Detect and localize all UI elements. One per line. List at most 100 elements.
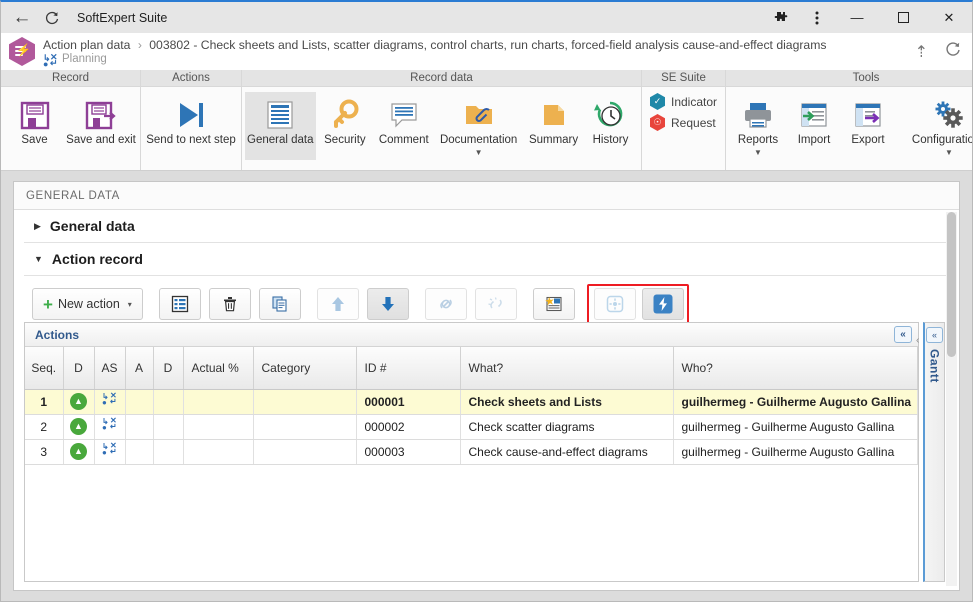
col-actual-percent[interactable]: Actual % bbox=[183, 347, 254, 390]
move-crosshair-icon bbox=[606, 295, 624, 313]
quick-action-button[interactable] bbox=[641, 288, 684, 320]
gears-icon bbox=[932, 96, 966, 134]
workflow-status-icon: ↳ ✕ ● ↵ bbox=[43, 52, 58, 69]
cell-seq: 3 bbox=[25, 439, 64, 465]
refresh-icon[interactable] bbox=[944, 40, 962, 63]
extensions-icon[interactable] bbox=[760, 2, 800, 33]
cell-category bbox=[253, 439, 357, 465]
section-general-data-label: General data bbox=[49, 218, 135, 234]
breadcrumb-current: 003802 - Check sheets and Lists, scatter… bbox=[149, 38, 827, 52]
panel-scrollbar[interactable] bbox=[946, 212, 957, 586]
chevron-down-icon: ▾ bbox=[127, 299, 132, 309]
col-as[interactable]: AS bbox=[94, 347, 126, 390]
import-button[interactable]: Import bbox=[787, 92, 841, 160]
panel-header: GENERAL DATA bbox=[14, 182, 959, 210]
request-button[interactable]: ☉ Request bbox=[650, 114, 716, 131]
grid-collapse-button[interactable]: « bbox=[894, 326, 912, 343]
save-and-exit-button[interactable]: Save and exit bbox=[65, 92, 137, 160]
general-data-button[interactable]: General data bbox=[245, 92, 316, 160]
reports-button[interactable]: Reports ▼ bbox=[729, 92, 787, 160]
col-who[interactable]: Who? bbox=[673, 347, 918, 390]
key-icon bbox=[329, 96, 361, 134]
col-category[interactable]: Category bbox=[253, 347, 357, 390]
summary-button[interactable]: Summary bbox=[524, 92, 583, 160]
col-d1[interactable]: D bbox=[63, 347, 95, 390]
chevron-down-icon[interactable]: ▼ bbox=[945, 148, 953, 157]
configurations-label: Configurations bbox=[911, 134, 972, 146]
details-button[interactable] bbox=[158, 288, 201, 320]
cell-status: ▲ bbox=[63, 414, 95, 440]
reload-icon[interactable] bbox=[37, 2, 67, 33]
unlink-button[interactable] bbox=[474, 288, 517, 320]
export-icon bbox=[852, 96, 884, 134]
app-logo-icon: ⚡ bbox=[9, 37, 35, 66]
cell-status: ▲ bbox=[63, 389, 95, 415]
section-general-data[interactable]: ▶ General data bbox=[24, 210, 949, 243]
refresh-glyph bbox=[946, 42, 960, 56]
gantt-collapse-button[interactable]: « bbox=[926, 327, 943, 343]
comment-button[interactable]: Comment bbox=[374, 92, 433, 160]
chevron-down-icon[interactable]: ▼ bbox=[754, 148, 762, 157]
indicator-label: Indicator bbox=[671, 94, 718, 109]
table-row[interactable]: 3 ▲ ↳ ✕ ● ↵ 000003 Check cause-and-effec… bbox=[25, 439, 918, 465]
cell-id: 000001 bbox=[356, 389, 461, 415]
unlink-icon bbox=[488, 297, 502, 309]
col-id[interactable]: ID # bbox=[356, 347, 461, 390]
documentation-button[interactable]: Documentation ▼ bbox=[433, 92, 524, 160]
reorder-button[interactable] bbox=[593, 288, 636, 320]
cell-d2 bbox=[153, 389, 184, 415]
import-actions-button[interactable] bbox=[532, 288, 575, 320]
comment-icon bbox=[388, 96, 420, 134]
printer-icon bbox=[742, 96, 774, 134]
list-details-icon bbox=[171, 295, 188, 313]
ribbon-group-record-data: Record data General data Security Commen… bbox=[242, 70, 642, 170]
minimize-button[interactable]: — bbox=[834, 2, 880, 33]
gantt-expand-arrow-icon[interactable]: ‹ bbox=[916, 335, 919, 346]
kebab-glyph bbox=[815, 11, 819, 24]
new-action-button[interactable]: + New action ▾ bbox=[32, 288, 143, 320]
close-button[interactable]: ✕ bbox=[926, 2, 972, 33]
link-button[interactable] bbox=[424, 288, 467, 320]
cell-id: 000002 bbox=[356, 414, 461, 440]
move-up-button[interactable] bbox=[316, 288, 359, 320]
general-data-panel: GENERAL DATA ▶ General data ▼ Action rec… bbox=[13, 181, 960, 591]
send-to-next-step-button[interactable]: Send to next step bbox=[144, 92, 238, 160]
back-arrow-icon[interactable]: ← bbox=[7, 2, 37, 33]
chevron-double-up-icon[interactable]: ⇡ bbox=[915, 42, 928, 62]
history-button[interactable]: History bbox=[583, 92, 638, 160]
cell-what: Check sheets and Lists bbox=[460, 389, 674, 415]
export-button[interactable]: Export bbox=[841, 92, 895, 160]
col-d2[interactable]: D bbox=[153, 347, 184, 390]
section-action-record[interactable]: ▼ Action record bbox=[24, 243, 949, 276]
delete-button[interactable] bbox=[208, 288, 251, 320]
table-row[interactable]: 2 ▲ ↳ ✕ ● ↵ 000002 Check scatter diagram… bbox=[25, 414, 918, 440]
cell-seq: 2 bbox=[25, 414, 64, 440]
table-row[interactable]: 1 ▲ ↳ ✕ ● ↵ 000001 Check sheets and List… bbox=[25, 389, 918, 415]
save-button[interactable]: Save bbox=[4, 92, 65, 160]
breadcrumb-actions: ⇡ bbox=[915, 33, 962, 70]
status-on-time-icon: ▲ bbox=[70, 393, 87, 410]
chevron-down-icon[interactable]: ▼ bbox=[475, 148, 483, 157]
security-button[interactable]: Security bbox=[316, 92, 375, 160]
gantt-panel-rail[interactable]: ‹ « Gantt bbox=[916, 322, 945, 582]
breadcrumb-root[interactable]: Action plan data bbox=[43, 38, 130, 52]
col-seq[interactable]: Seq. bbox=[25, 347, 64, 390]
save-exit-glyph bbox=[85, 101, 116, 130]
save-and-exit-label: Save and exit bbox=[66, 134, 136, 146]
flow-icon: ↳ ✕ ● ↵ bbox=[102, 416, 117, 432]
col-a[interactable]: A bbox=[125, 347, 154, 390]
scrollbar-thumb[interactable] bbox=[947, 212, 956, 357]
cell-what: Check cause-and-effect diagrams bbox=[460, 439, 674, 465]
export-glyph bbox=[855, 103, 881, 127]
copy-button[interactable] bbox=[258, 288, 301, 320]
indicator-button[interactable]: ✓ Indicator bbox=[650, 93, 717, 110]
maximize-button[interactable] bbox=[880, 2, 926, 33]
content-area: GENERAL DATA ▶ General data ▼ Action rec… bbox=[1, 171, 972, 601]
move-down-button[interactable] bbox=[366, 288, 409, 320]
col-what[interactable]: What? bbox=[460, 347, 674, 390]
general-data-icon bbox=[264, 96, 296, 134]
configurations-button[interactable]: Configurations ▼ bbox=[895, 92, 972, 160]
history-clock-icon bbox=[594, 96, 626, 134]
more-options-icon[interactable] bbox=[800, 2, 834, 33]
cell-d2 bbox=[153, 439, 184, 465]
